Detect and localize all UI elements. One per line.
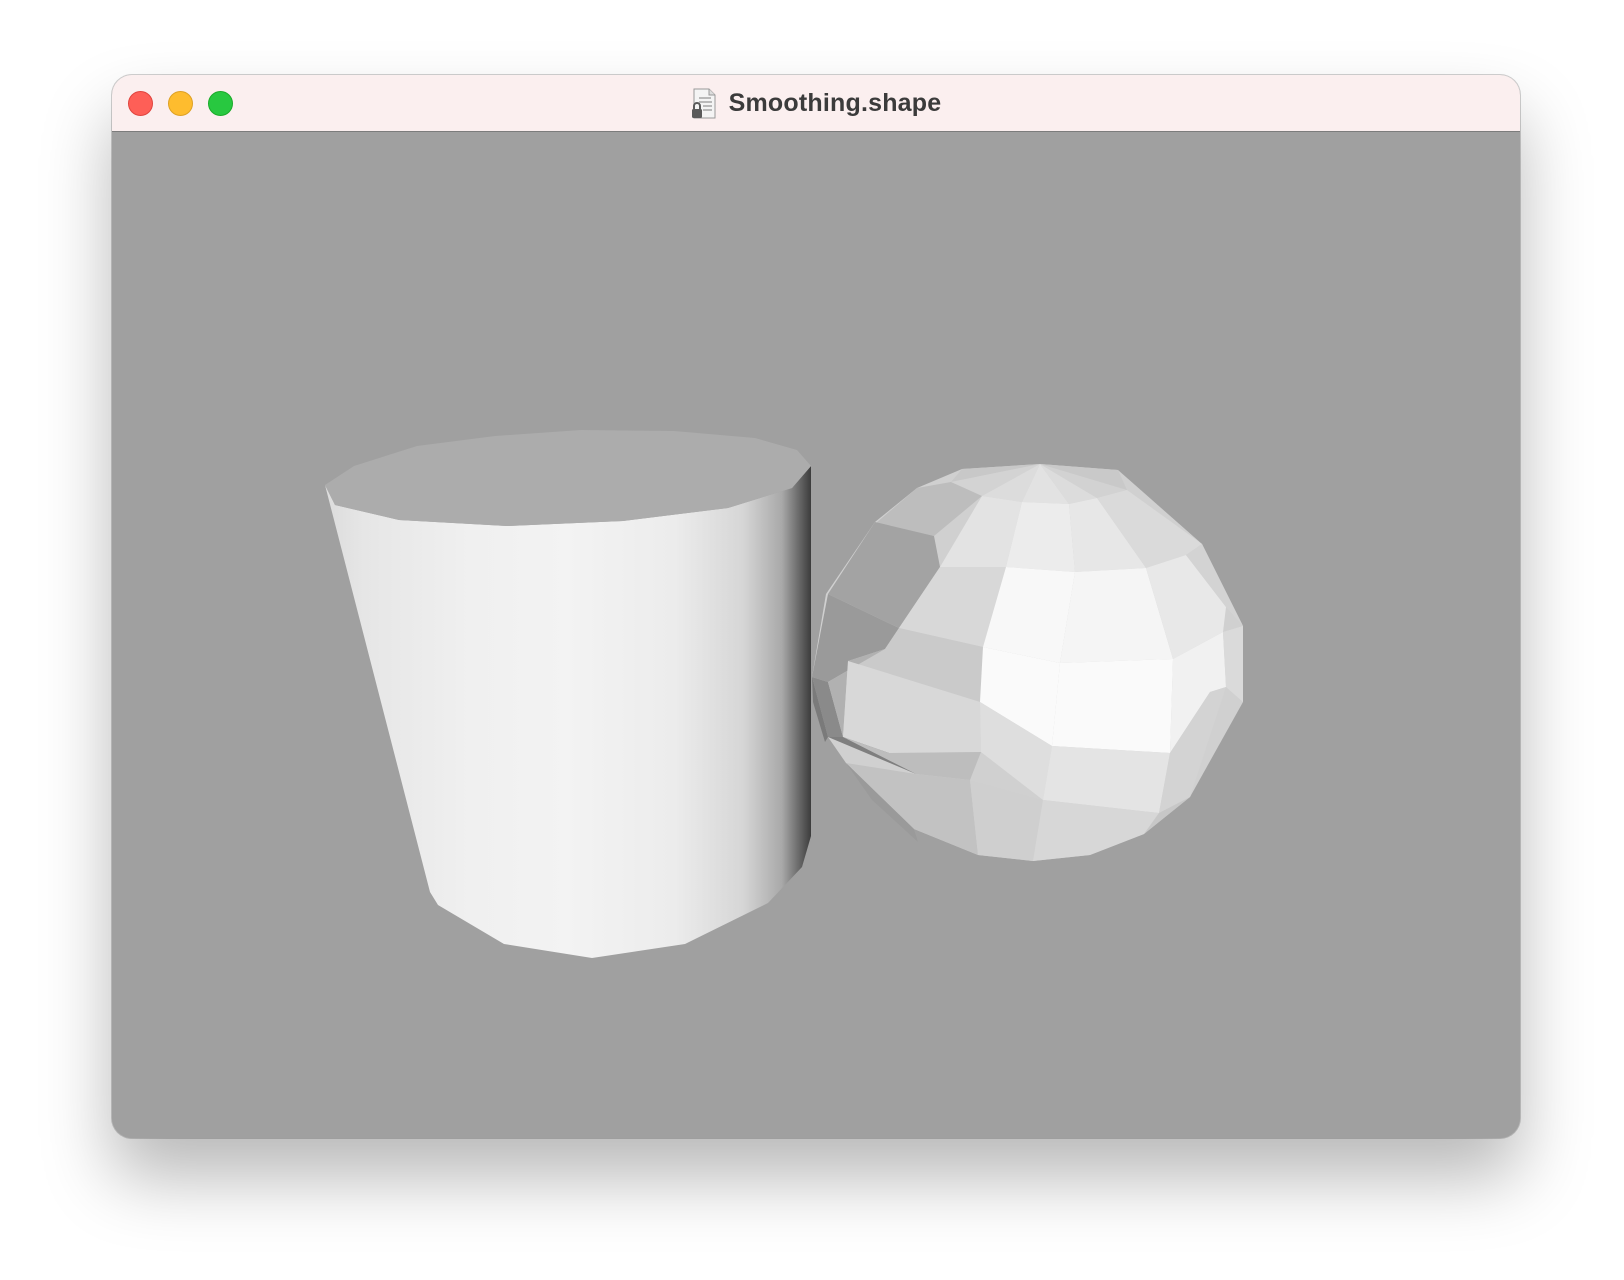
app-window: Smoothing.shape xyxy=(112,75,1520,1138)
cylinder-side xyxy=(325,466,811,958)
locked-document-icon xyxy=(691,88,717,120)
3d-viewport[interactable] xyxy=(112,132,1520,1138)
window-title: Smoothing.shape xyxy=(728,89,942,117)
title-group: Smoothing.shape xyxy=(112,75,1520,132)
cylinder-shape[interactable] xyxy=(325,430,811,958)
sphere-shape[interactable] xyxy=(812,464,1243,861)
title-bar[interactable]: Smoothing.shape xyxy=(112,75,1520,132)
